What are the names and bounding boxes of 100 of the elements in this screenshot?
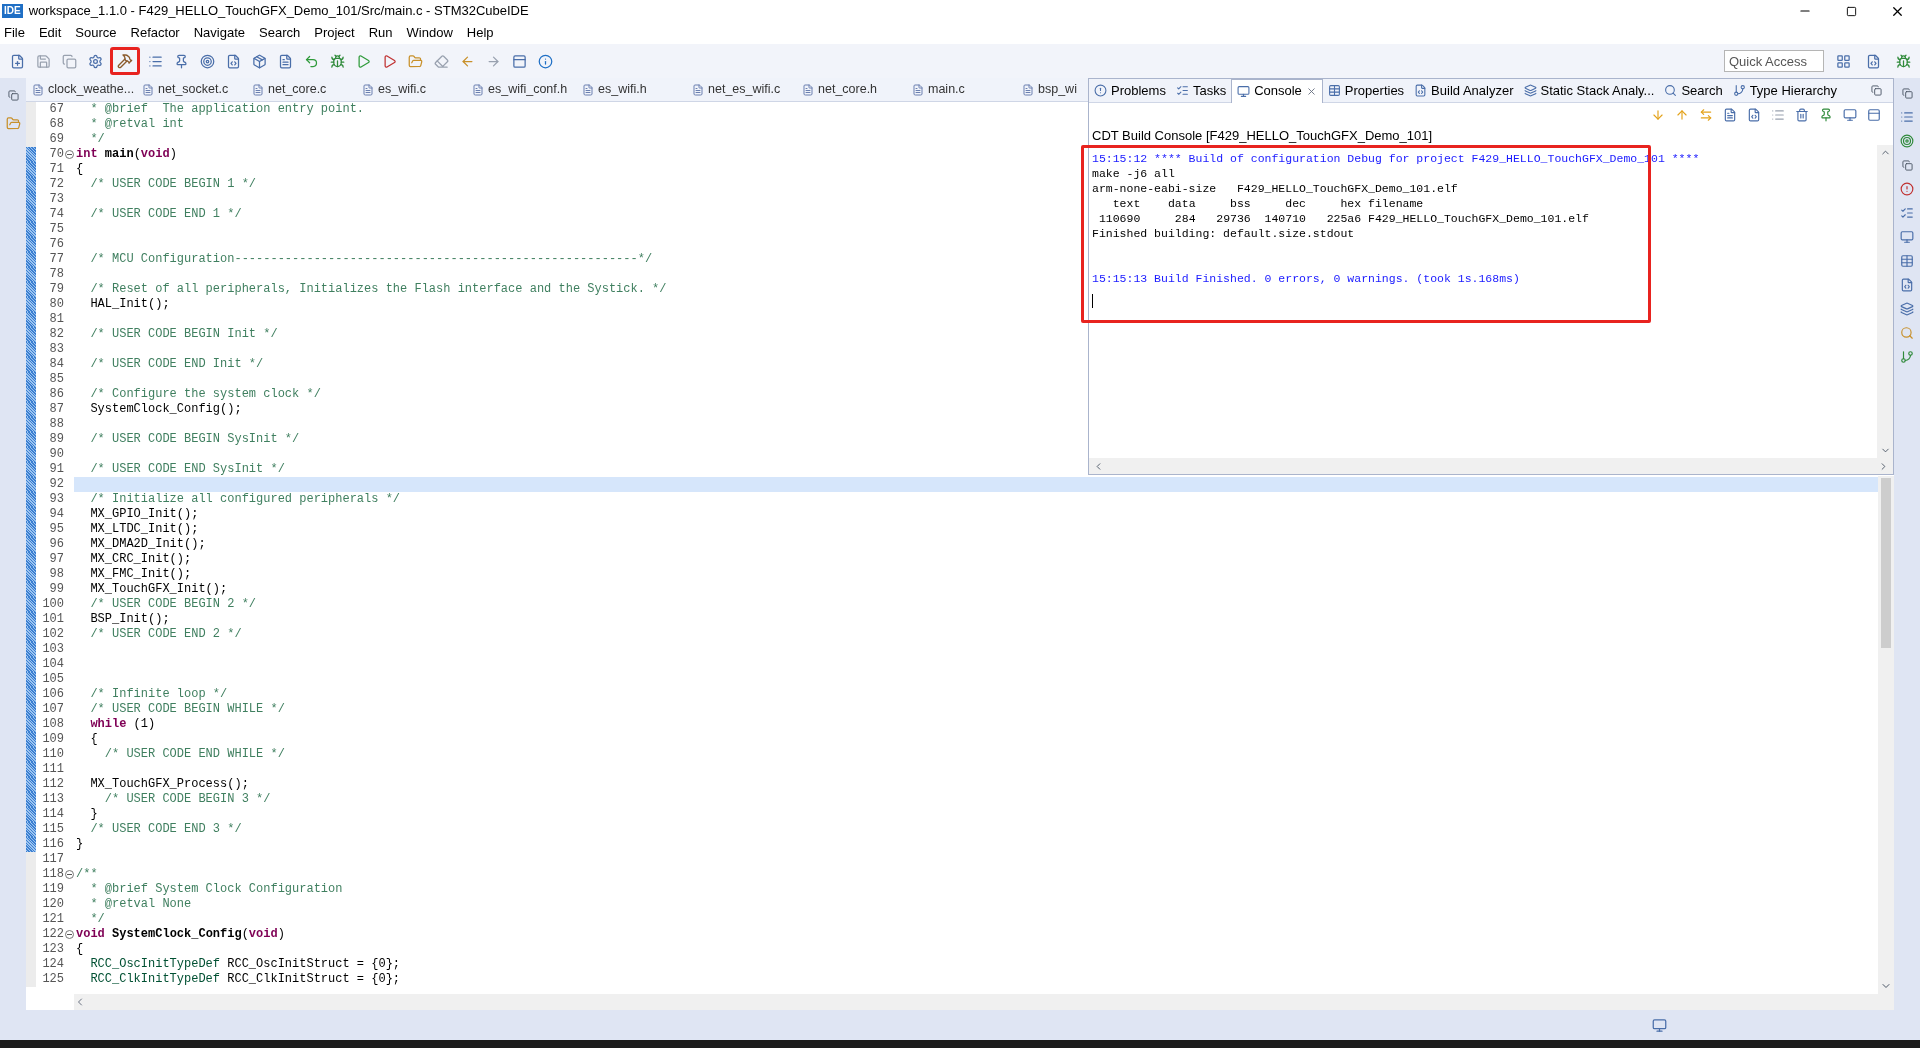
editor-tab[interactable]: clock_weathe... — [26, 80, 136, 99]
code-line: /** — [75, 867, 98, 882]
clear-icon[interactable] — [1795, 108, 1809, 122]
menu-item[interactable]: Navigate — [193, 23, 245, 43]
console-line: 110690 284 29736 140710 225a6 F429_HELLO_TouchGFX_Demo_101.elf — [1097, 211, 1589, 226]
menu-item[interactable]: Refactor — [130, 23, 180, 43]
restore-icon[interactable] — [1901, 87, 1913, 99]
line-number: 69 — [49, 132, 64, 147]
line-number: 90 — [49, 447, 64, 462]
folder-icon[interactable] — [407, 53, 423, 69]
view-tab[interactable]: Type Hierarchy — [1727, 78, 1843, 103]
list-icon[interactable] — [1900, 110, 1914, 124]
console-scrollbar[interactable] — [1877, 145, 1893, 458]
editor-tab[interactable]: main.c — [906, 80, 1016, 99]
view-tab[interactable]: Console — [1231, 78, 1323, 103]
arrow-up-icon[interactable] — [1675, 108, 1689, 122]
editor-tab[interactable]: es_wifi.h — [576, 80, 686, 99]
restore-icon[interactable] — [1901, 159, 1913, 171]
list-icon[interactable] — [147, 53, 163, 69]
restore-icon[interactable] — [1870, 85, 1882, 96]
code-line: MX_TouchGFX_Init(); — [89, 582, 228, 597]
vertical-scrollbar[interactable] — [1878, 476, 1894, 994]
line-number: 104 — [42, 657, 64, 672]
hierarchy-icon[interactable] — [1900, 350, 1914, 364]
document-icon[interactable] — [277, 53, 293, 69]
menu-item[interactable]: Help — [466, 23, 494, 43]
save-all-icon[interactable] — [61, 53, 77, 69]
alert-icon[interactable] — [1900, 182, 1914, 196]
forward-icon[interactable] — [485, 53, 501, 69]
pin-icon[interactable] — [1819, 108, 1833, 122]
window-title: workspace_1.1.0 - F429_HELLO_TouchGFX_Demo_101/Src/main.c - STM32CubeIDE — [28, 2, 529, 21]
editor-tab[interactable]: net_es_wifi.c — [686, 80, 796, 99]
view-tab[interactable]: Properties — [1322, 78, 1410, 103]
code-line: /* USER CODE BEGIN 3 */ — [103, 792, 271, 807]
window-icon[interactable] — [1867, 108, 1881, 122]
info-icon[interactable] — [537, 53, 553, 69]
menu-item[interactable]: Edit — [38, 23, 62, 43]
build-button[interactable] — [110, 47, 140, 75]
code-file-icon[interactable] — [225, 53, 241, 69]
stack-icon[interactable] — [1900, 302, 1914, 316]
code-line: /* USER CODE END WHILE */ — [103, 747, 285, 762]
target-icon[interactable] — [1900, 134, 1914, 148]
play-icon[interactable] — [381, 53, 397, 69]
restore-icon[interactable] — [7, 89, 19, 101]
run-icon[interactable] — [355, 53, 371, 69]
arrow-down-icon[interactable] — [1651, 108, 1665, 122]
editor-tab[interactable]: es_wifi_conf.h — [466, 80, 576, 99]
new-file-icon[interactable] — [9, 53, 25, 69]
grid-icon[interactable] — [1835, 53, 1851, 69]
menu-item[interactable]: Window — [406, 23, 453, 43]
view-tab[interactable]: Build Analyzer — [1409, 78, 1519, 103]
target-icon[interactable] — [199, 53, 215, 69]
editor-tab[interactable]: net_core.c — [246, 80, 356, 99]
bug-icon[interactable] — [1895, 53, 1911, 69]
back-icon[interactable] — [459, 53, 475, 69]
undo-icon[interactable] — [303, 53, 319, 69]
window-icon[interactable] — [511, 53, 527, 69]
editor-tab[interactable]: bsp_wi — [1016, 80, 1083, 99]
menu-item[interactable]: Run — [368, 23, 393, 43]
code-line: while (1) — [89, 717, 156, 732]
menu-item[interactable]: File — [4, 23, 25, 43]
menu-item[interactable]: Source — [75, 23, 117, 43]
folder-icon[interactable] — [5, 115, 21, 131]
search-icon[interactable] — [1900, 326, 1914, 340]
file-icon — [1022, 83, 1034, 96]
view-tab[interactable]: Tasks — [1170, 78, 1232, 103]
code-file-icon[interactable] — [1747, 108, 1761, 122]
scroll-thumb[interactable] — [1881, 478, 1891, 648]
pin-icon[interactable] — [173, 53, 189, 69]
eraser-icon[interactable] — [433, 53, 449, 69]
editor-tab[interactable]: net_socket.c — [136, 80, 246, 99]
file-icon — [142, 83, 154, 96]
table-icon[interactable] — [1900, 254, 1914, 268]
horizontal-scrollbar[interactable] — [74, 994, 1894, 1010]
bug-icon[interactable] — [329, 53, 345, 69]
monitor-icon[interactable] — [1843, 108, 1857, 122]
view-tab[interactable]: Search — [1659, 78, 1728, 103]
line-number: 100 — [42, 597, 64, 612]
document-icon[interactable] — [1723, 108, 1737, 122]
code-file-icon[interactable] — [1865, 53, 1881, 69]
menu-item[interactable]: Project — [314, 23, 355, 43]
quick-access-field[interactable]: Quick Access — [1724, 50, 1824, 72]
menu-item[interactable]: Search — [259, 23, 301, 43]
editor-tab[interactable]: net_core.h — [796, 80, 906, 99]
settings-icon[interactable] — [87, 53, 103, 69]
monitor-icon[interactable] — [1900, 230, 1914, 244]
package-icon[interactable] — [251, 53, 267, 69]
view-tab[interactable]: Problems — [1089, 78, 1171, 103]
console-hscrollbar[interactable] — [1089, 458, 1893, 474]
save-icon[interactable] — [35, 53, 51, 69]
checklist-icon[interactable] — [1900, 206, 1914, 220]
monitor-icon[interactable] — [1651, 1017, 1667, 1033]
maximize-icon[interactable] — [1845, 5, 1857, 17]
list-icon[interactable] — [1771, 108, 1785, 122]
editor-tab[interactable]: es_wifi.c — [356, 80, 466, 99]
swap-icon[interactable] — [1699, 108, 1713, 122]
file-icon[interactable] — [1900, 278, 1914, 292]
monitor-icon — [1237, 84, 1251, 98]
view-tab[interactable]: Static Stack Analy... — [1518, 78, 1660, 103]
file-icon — [692, 83, 704, 96]
